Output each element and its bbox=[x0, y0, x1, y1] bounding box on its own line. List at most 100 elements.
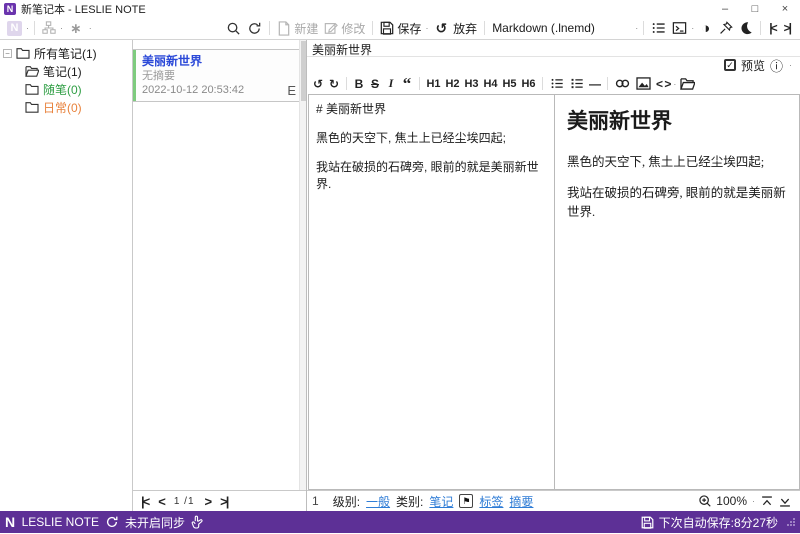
app-menu-logo-icon: N bbox=[7, 20, 22, 36]
code-caret-icon: · bbox=[673, 78, 677, 89]
note-list-pagination: |< < 1 /1 > >| bbox=[133, 490, 306, 511]
app-status-bar: N LESLIE NOTE 未开启同步 下次自动保存:8分27秒 bbox=[0, 511, 800, 533]
insert-link-button[interactable] bbox=[612, 77, 633, 90]
zoom-in-icon[interactable] bbox=[698, 494, 712, 508]
zoom-caret-icon: · bbox=[752, 496, 755, 506]
scroll-to-bottom-icon[interactable] bbox=[778, 495, 792, 508]
preview-checkbox[interactable]: ✓ bbox=[723, 59, 736, 71]
collapse-right-panel-button[interactable]: >| bbox=[780, 21, 794, 35]
resize-grip-icon[interactable] bbox=[787, 518, 795, 526]
heading6-button[interactable]: H6 bbox=[519, 78, 538, 90]
tree-collapse-icon[interactable]: − bbox=[3, 48, 12, 58]
collapse-left-panel-button[interactable]: |< bbox=[765, 21, 779, 35]
scrollbar-thumb[interactable] bbox=[300, 41, 306, 101]
toolbar-separator bbox=[643, 21, 645, 35]
sparkle-button[interactable]: ∗ bbox=[64, 19, 88, 38]
markdown-source-editor[interactable]: # 美丽新世界 黑色的天空下, 焦土上已经尘埃四起; 我站在破损的石碑旁, 眼前… bbox=[308, 94, 555, 490]
pushpin-icon bbox=[720, 21, 734, 34]
terminal-icon bbox=[672, 22, 687, 34]
pin-window-button[interactable] bbox=[716, 20, 736, 36]
search-icon bbox=[228, 22, 240, 35]
toolbar-right-cluster: 新建 修改 保存 · ↺ 放弃 Markdown (.lnemd) · · ◑ … bbox=[223, 19, 794, 38]
maximize-button[interactable]: □ bbox=[740, 0, 770, 17]
sparkle-caret-icon: · bbox=[88, 23, 92, 33]
next-page-button[interactable]: > bbox=[205, 494, 212, 509]
save-button[interactable]: 保存 bbox=[377, 19, 424, 38]
horizontal-rule-button[interactable]: — bbox=[587, 77, 603, 91]
notebook-structure-button[interactable] bbox=[39, 20, 59, 36]
flag-icon[interactable]: ⚑ bbox=[459, 494, 474, 508]
hierarchy-icon bbox=[42, 21, 56, 34]
italic-button[interactable]: I bbox=[383, 76, 399, 91]
sidebar-item-essays[interactable]: 随笔(0) bbox=[0, 80, 132, 98]
save-caret-icon: · bbox=[425, 23, 429, 33]
console-button[interactable] bbox=[669, 20, 690, 36]
dark-mode-button[interactable] bbox=[736, 20, 756, 36]
page-indicator: 1 /1 bbox=[173, 495, 195, 507]
window-title: 新笔记本 - LESLIE NOTE bbox=[21, 3, 146, 16]
contrast-theme-button[interactable]: ◑ bbox=[695, 19, 716, 38]
insert-code-button[interactable]: < > bbox=[654, 77, 672, 91]
source-line: 黑色的天空下, 焦土上已经尘埃四起; bbox=[316, 131, 507, 145]
first-page-button[interactable]: |< bbox=[141, 494, 150, 509]
ordered-list-button[interactable] bbox=[567, 77, 587, 90]
note-list-view-button[interactable] bbox=[648, 20, 669, 36]
minimize-button[interactable]: – bbox=[710, 0, 740, 17]
info-icon[interactable]: ⓘ bbox=[770, 56, 783, 75]
sync-icon[interactable] bbox=[105, 515, 119, 529]
level-value-link[interactable]: 一般 bbox=[366, 493, 390, 510]
last-page-button[interactable]: >| bbox=[220, 494, 229, 509]
autosave-floppy-icon bbox=[641, 516, 654, 529]
close-button[interactable]: × bbox=[770, 0, 800, 17]
structure-caret-icon: · bbox=[60, 23, 63, 33]
sidebar-item-all-notes[interactable]: − 所有笔记(1) bbox=[0, 44, 132, 62]
unordered-list-button[interactable] bbox=[547, 77, 567, 90]
new-note-label: 新建 bbox=[294, 21, 319, 36]
new-note-button[interactable]: 新建 bbox=[274, 19, 321, 38]
summary-link[interactable]: 摘要 bbox=[509, 493, 533, 510]
app-menu-button[interactable]: N bbox=[4, 20, 25, 37]
note-title-input[interactable]: 美丽新世界 bbox=[307, 40, 800, 57]
sync-status-text[interactable]: 未开启同步 bbox=[125, 514, 185, 531]
scroll-to-top-icon[interactable] bbox=[760, 495, 774, 508]
search-button[interactable] bbox=[223, 20, 244, 37]
gesture-icon[interactable] bbox=[191, 515, 203, 529]
discard-button[interactable]: ↺ 放弃 bbox=[429, 19, 480, 38]
folder-sidebar: − 所有笔记(1) 笔记(1) 随笔(0) 日常(0) bbox=[0, 40, 133, 511]
modify-note-button[interactable]: 修改 bbox=[321, 19, 368, 38]
heading2-button[interactable]: H2 bbox=[443, 78, 462, 90]
undo-icon: ↺ bbox=[435, 19, 448, 36]
sidebar-item-daily[interactable]: 日常(0) bbox=[0, 98, 132, 116]
heading3-button[interactable]: H3 bbox=[462, 78, 481, 90]
sparkle-icon: ∗ bbox=[70, 19, 82, 36]
level-label: 级别: bbox=[332, 494, 361, 509]
note-list-scrollbar[interactable] bbox=[299, 40, 306, 490]
window-controls: – □ × bbox=[710, 0, 800, 17]
sidebar-item-notes[interactable]: 笔记(1) bbox=[0, 62, 132, 80]
undo-button[interactable]: ↺ bbox=[310, 77, 326, 91]
blockquote-button[interactable]: “ bbox=[399, 75, 415, 92]
heading1-button[interactable]: H1 bbox=[424, 78, 443, 90]
tags-link[interactable]: 标签 bbox=[479, 493, 503, 510]
heading5-button[interactable]: H5 bbox=[500, 78, 519, 90]
redo-button[interactable]: ↻ bbox=[326, 77, 342, 91]
insert-image-button[interactable] bbox=[633, 77, 654, 90]
toolbar-separator bbox=[372, 21, 374, 35]
refresh-button[interactable] bbox=[244, 20, 265, 37]
category-value-link[interactable]: 笔记 bbox=[429, 493, 453, 510]
insert-file-button[interactable] bbox=[677, 77, 698, 90]
sidebar-item-label: 随笔(0) bbox=[43, 82, 82, 97]
note-list: 美丽新世界 无摘要 2022-10-12 20:53:42 E bbox=[133, 40, 306, 490]
prev-page-button[interactable]: < bbox=[158, 494, 165, 509]
format-selector[interactable]: Markdown (.lnemd) bbox=[489, 20, 634, 36]
bold-button[interactable]: B bbox=[351, 77, 367, 91]
zoom-controls: 100% · bbox=[698, 494, 792, 508]
note-list-item[interactable]: 美丽新世界 无摘要 2022-10-12 20:53:42 E bbox=[133, 49, 306, 102]
md-separator bbox=[607, 77, 608, 90]
numbered-list-icon bbox=[571, 78, 583, 89]
new-file-icon bbox=[279, 20, 290, 36]
heading4-button[interactable]: H4 bbox=[481, 78, 500, 90]
main-area: − 所有笔记(1) 笔记(1) 随笔(0) 日常(0) 美丽新世界 无摘要 20… bbox=[0, 40, 800, 511]
strikethrough-button[interactable]: S bbox=[367, 77, 383, 91]
zoom-level[interactable]: 100% bbox=[716, 494, 747, 508]
